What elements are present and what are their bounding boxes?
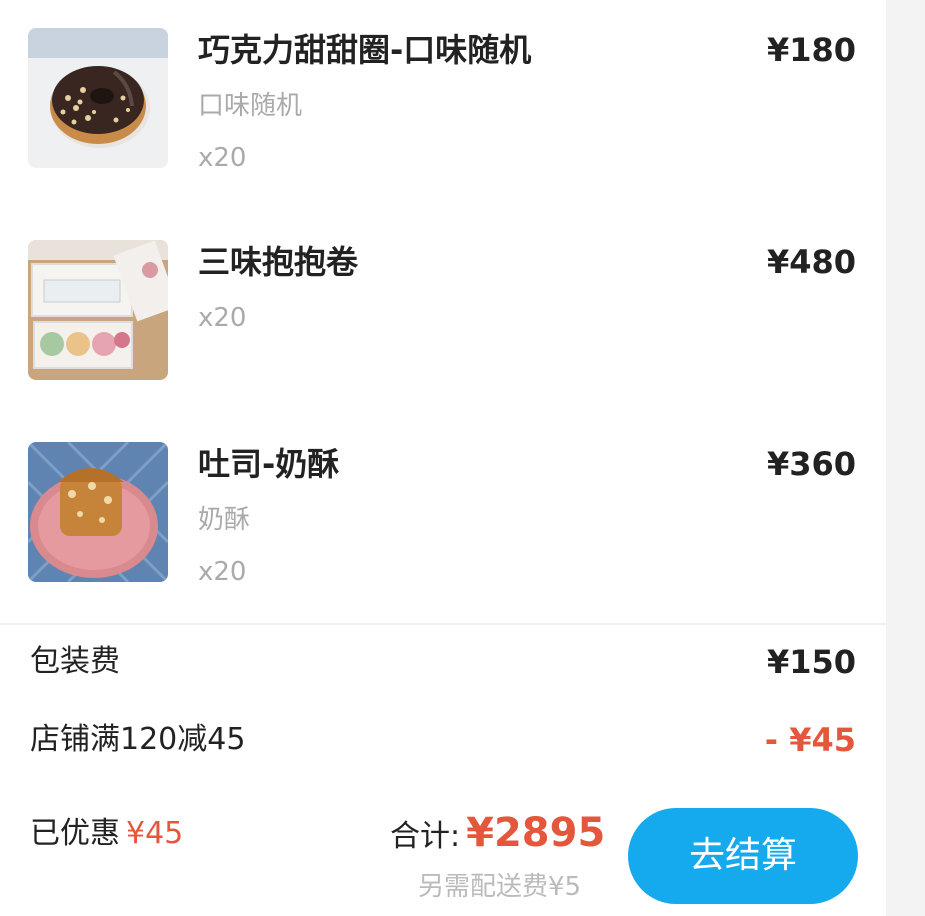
item-quantity: x20 [198, 143, 247, 173]
toast-image [28, 442, 168, 582]
item-quantity: x20 [198, 303, 247, 333]
item-name: 吐司-奶酥 [198, 445, 340, 483]
delivery-fee-note: 另需配送费¥5 [418, 872, 582, 902]
item-quantity: x20 [198, 557, 247, 587]
store-discount-row: 店铺满120减45 - ¥45 [0, 720, 886, 760]
total-amount: ¥2895 [466, 810, 606, 856]
saved-label: 已优惠 [30, 816, 120, 851]
packaging-fee-value: ¥150 [766, 643, 856, 681]
cart-item-toast[interactable]: 吐司-奶酥 奶酥 x20 ¥360 [0, 420, 886, 620]
cart-item-donut[interactable]: 巧克力甜甜圈-口味随机 口味随机 x20 ¥180 [0, 0, 886, 200]
packaging-fee-row: 包装费 ¥150 [0, 642, 886, 682]
cart-page: 巧克力甜甜圈-口味随机 口味随机 x20 ¥180 三味抱抱卷 x20 ¥480… [0, 0, 925, 916]
saved-summary: 已优惠 ¥45 [30, 814, 183, 854]
saved-amount: ¥45 [126, 816, 184, 851]
packaging-fee-label: 包装费 [30, 644, 120, 679]
checkout-button[interactable]: 去结算 [628, 808, 858, 904]
item-name: 三味抱抱卷 [198, 243, 359, 281]
item-spec: 奶酥 [198, 505, 251, 535]
section-divider [0, 623, 886, 625]
item-spec: 口味随机 [198, 91, 303, 121]
rolls-image [28, 240, 168, 380]
total-label: 合计: [390, 819, 461, 854]
item-price: ¥360 [766, 445, 856, 483]
total-summary: 合计: ¥2895 [390, 810, 605, 856]
cart-item-rolls[interactable]: 三味抱抱卷 x20 ¥480 [0, 220, 886, 400]
checkout-bar: 已优惠 ¥45 合计: ¥2895 另需配送费¥5 去结算 [0, 800, 886, 916]
cart-panel: 巧克力甜甜圈-口味随机 口味随机 x20 ¥180 三味抱抱卷 x20 ¥480… [0, 0, 886, 916]
store-discount-label: 店铺满120减45 [30, 722, 246, 757]
donut-image [28, 28, 168, 168]
store-discount-value: - ¥45 [764, 721, 856, 759]
item-price: ¥180 [766, 31, 856, 69]
item-name: 巧克力甜甜圈-口味随机 [198, 31, 532, 69]
item-price: ¥480 [766, 243, 856, 281]
scroll-gutter [886, 0, 925, 916]
